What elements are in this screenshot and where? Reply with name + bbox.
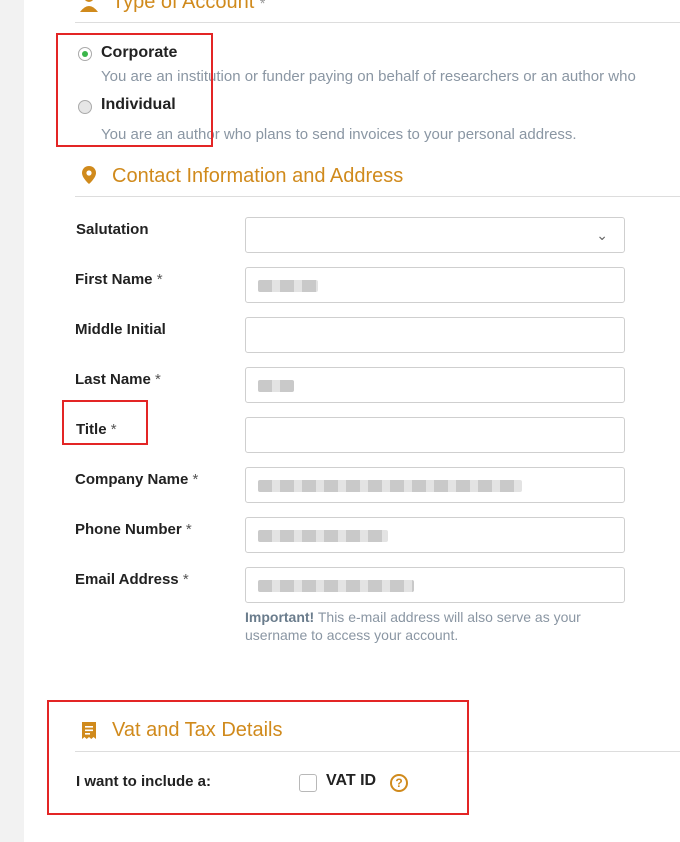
title-input[interactable] — [245, 417, 625, 453]
annotation-box-account-type — [56, 33, 213, 147]
redacted-value — [258, 530, 388, 542]
annotation-box-title — [62, 400, 148, 445]
redacted-value — [258, 380, 294, 392]
middle-initial-input[interactable] — [245, 317, 625, 353]
type-of-account-heading: Type of Account * — [112, 0, 266, 13]
last-name-label: Last Name * — [75, 371, 161, 388]
salutation-select[interactable]: ⌄ — [245, 217, 625, 253]
contact-information-heading: Contact Information and Address — [112, 165, 404, 187]
email-address-input[interactable] — [245, 567, 625, 603]
chevron-down-icon: ⌄ — [596, 227, 608, 243]
phone-number-label: Phone Number * — [75, 521, 192, 538]
company-name-input[interactable] — [245, 467, 625, 503]
redacted-value — [258, 580, 414, 592]
salutation-label: Salutation — [76, 221, 149, 238]
email-note: Important! This e-mail address will also… — [245, 609, 581, 643]
map-pin-icon — [82, 166, 96, 189]
annotation-box-vat — [47, 700, 469, 815]
section-divider — [75, 196, 680, 197]
person-icon — [80, 0, 98, 17]
section-divider — [75, 22, 680, 23]
first-name-input[interactable] — [245, 267, 625, 303]
middle-initial-label: Middle Initial — [75, 321, 166, 338]
email-address-label: Email Address * — [75, 571, 189, 588]
phone-number-input[interactable] — [245, 517, 625, 553]
company-name-label: Company Name * — [75, 471, 199, 488]
redacted-value — [258, 480, 522, 492]
first-name-label: First Name * — [75, 271, 163, 288]
redacted-value — [258, 280, 318, 292]
last-name-input[interactable] — [245, 367, 625, 403]
